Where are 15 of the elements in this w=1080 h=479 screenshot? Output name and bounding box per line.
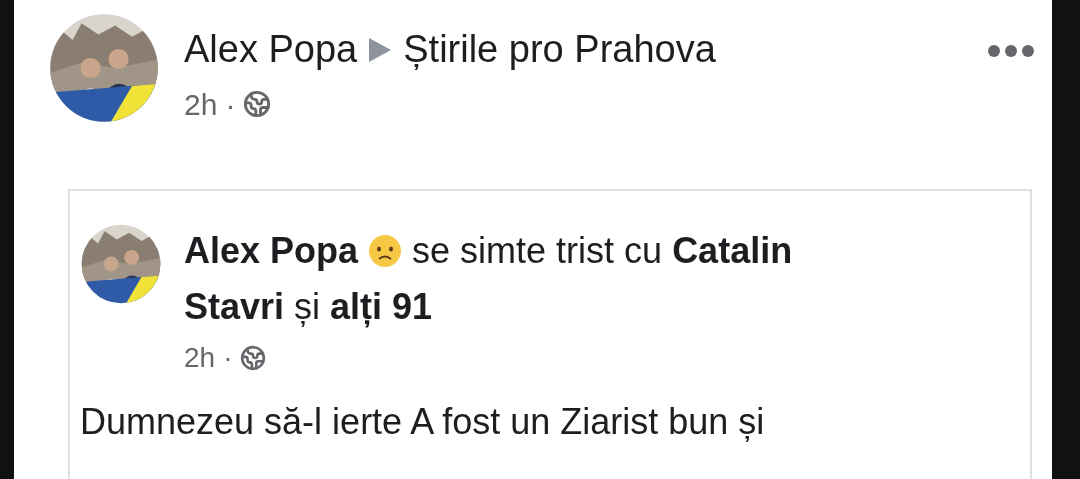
- activity-text: Stavri și alți 91: [184, 284, 433, 330]
- ellipsis-icon: [988, 45, 1034, 57]
- author-name[interactable]: Alex Popa: [184, 222, 359, 279]
- separator-dot: ·: [225, 86, 236, 123]
- globe-icon: [243, 90, 272, 118]
- post-time[interactable]: 2h: [184, 336, 216, 379]
- post-time[interactable]: 2h: [184, 81, 218, 127]
- triangle-icon: [369, 37, 392, 62]
- page-name[interactable]: Știrile pro Prahova: [403, 26, 716, 74]
- activity-text: se simte trist cu Catalin: [412, 228, 793, 273]
- separator-dot: ·: [223, 340, 233, 375]
- post-text: Dumnezeu să-l ierte A fost un Ziarist bun și: [80, 399, 766, 444]
- globe-icon: [240, 344, 267, 371]
- author-name[interactable]: Alex Popa: [184, 26, 358, 74]
- sad-face-icon: [368, 233, 403, 268]
